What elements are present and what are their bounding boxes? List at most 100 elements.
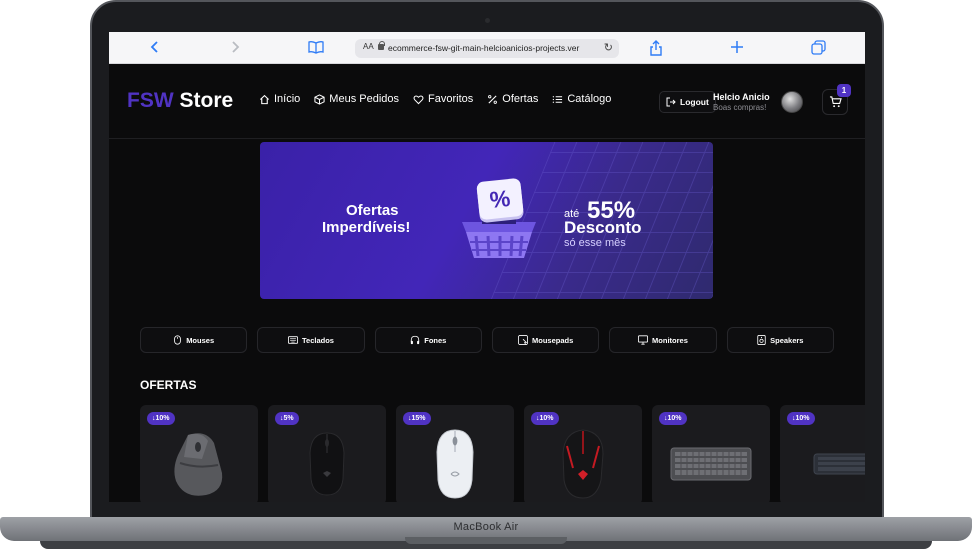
heart-icon [413, 94, 424, 104]
nav-item-favoritos[interactable]: Favoritos [413, 93, 473, 105]
banner-desconto: Desconto [564, 218, 642, 237]
reload-icon[interactable]: ↻ [604, 41, 613, 54]
category-label: Mousepads [532, 335, 574, 345]
logout-label: Logout [680, 97, 709, 107]
device-label: MacBook Air [453, 521, 519, 533]
forward-icon[interactable] [227, 40, 243, 56]
logo-text: Store [173, 89, 234, 112]
basket-icon [462, 216, 536, 258]
tabs-icon[interactable] [810, 40, 826, 56]
discount-badge: ↓10% [659, 412, 687, 425]
discount-value: 5% [283, 415, 294, 422]
mouse-image [309, 432, 345, 496]
book-icon[interactable] [308, 40, 324, 56]
laptop-notch [405, 537, 567, 544]
product-card[interactable]: ↓5% [268, 405, 386, 502]
user-name: Helcio Anicio [713, 92, 770, 102]
banner-subtitle: só esse mês [564, 237, 626, 249]
product-image [652, 423, 770, 502]
logout-button[interactable]: Logout [659, 91, 716, 113]
nav-label: Ofertas [502, 93, 539, 105]
category-mousepads[interactable]: Mousepads [491, 327, 600, 353]
nav-item-catalogo[interactable]: Catálogo [552, 93, 611, 105]
banner-title-line1: Ofertas [346, 202, 399, 219]
keyboard-image [670, 447, 752, 481]
category-label: Teclados [302, 335, 334, 345]
logout-icon [666, 97, 676, 107]
category-teclados[interactable]: Teclados [257, 327, 365, 353]
discount-value: 10% [667, 415, 682, 422]
lock-icon [378, 41, 385, 50]
avatar[interactable] [781, 91, 803, 113]
category-label: Fones [424, 335, 447, 345]
main-nav: Início Meus Pedidos Favoritos Ofertas Ca… [259, 93, 625, 105]
keyboard-image [813, 453, 865, 475]
nav-item-meus-pedidos[interactable]: Meus Pedidos [314, 93, 399, 105]
category-label: Mouses [186, 335, 215, 345]
mouse-icon [174, 335, 182, 345]
discount-value: 15% [411, 415, 426, 422]
list-icon [553, 95, 563, 103]
store-logo[interactable]: FSW Store [127, 89, 233, 113]
new-tab-icon[interactable] [729, 40, 745, 56]
screen: AA ecommerce-fsw-git-main-helcioanicios-… [109, 32, 865, 502]
nav-item-ofertas[interactable]: Ofertas [487, 93, 538, 105]
discount-badge: ↓5% [275, 412, 299, 425]
cart-icon [829, 96, 842, 108]
product-card[interactable]: ↓15% [396, 405, 514, 502]
discount-badge: ↓15% [403, 412, 431, 425]
nav-label: Início [274, 93, 301, 105]
discount-value: 10% [155, 415, 170, 422]
product-card[interactable]: ↓10% [652, 405, 770, 502]
camera [485, 18, 490, 23]
speaker-icon [757, 335, 766, 345]
site-header: FSW Store Início Meus Pedidos Favoritos … [109, 65, 865, 139]
product-image [140, 423, 258, 502]
category-mouses[interactable]: Mouses [140, 327, 248, 353]
keyboard-icon [288, 336, 298, 344]
category-label: Monitores [652, 335, 688, 345]
browser-toolbar: AA ecommerce-fsw-git-main-helcioanicios-… [109, 32, 865, 64]
category-fones[interactable]: Fones [374, 327, 482, 353]
category-label: Speakers [770, 335, 804, 345]
nav-label: Catálogo [567, 93, 612, 105]
mousepad-icon [518, 335, 529, 345]
nav-label: Meus Pedidos [329, 93, 400, 105]
product-list: ↓10% ↓5% ↓15% ↓10% ↓10% ↓10% [140, 405, 865, 502]
product-card[interactable]: ↓10% [524, 405, 642, 502]
mouse-image [436, 429, 474, 499]
product-image [396, 423, 514, 502]
url-bar[interactable]: AA ecommerce-fsw-git-main-helcioanicios-… [355, 39, 619, 58]
mouse-image [562, 429, 604, 499]
percent-tag: % [476, 177, 524, 221]
package-icon [314, 93, 325, 105]
category-monitores[interactable]: Monitores [609, 327, 717, 353]
discount-value: 10% [795, 415, 810, 422]
home-icon [259, 94, 270, 104]
headphones-icon [411, 335, 420, 345]
percent-icon [488, 94, 498, 104]
mouse-image [174, 433, 223, 496]
product-card[interactable]: ↓10% [780, 405, 865, 502]
discount-badge: ↓10% [147, 412, 175, 425]
discount-badge: ↓10% [787, 412, 815, 425]
product-image [268, 423, 386, 502]
cart-count-badge: 1 [837, 84, 851, 97]
url-text: ecommerce-fsw-git-main-helcioanicios-pro… [388, 43, 580, 53]
promo-banner[interactable]: Ofertas Imperdíveis! % até 55% Desconto … [260, 142, 713, 299]
nav-label: Favoritos [428, 93, 474, 105]
share-icon[interactable] [648, 40, 664, 56]
logo-accent: FSW [127, 89, 174, 112]
product-card[interactable]: ↓10% [140, 405, 258, 502]
banner-title-line2: Imperdíveis! [322, 219, 411, 236]
category-list: Mouses Teclados Fones Mousepads Monitore… [140, 327, 834, 353]
category-speakers[interactable]: Speakers [726, 327, 834, 353]
product-image [780, 423, 865, 502]
back-icon[interactable] [147, 40, 163, 56]
monitor-icon [638, 335, 649, 345]
nav-item-inicio[interactable]: Início [259, 93, 300, 105]
text-size-button[interactable]: AA [363, 42, 374, 51]
product-image [524, 423, 642, 502]
offers-title: OFERTAS [140, 378, 197, 392]
user-greeting: Boas compras! [713, 103, 767, 112]
